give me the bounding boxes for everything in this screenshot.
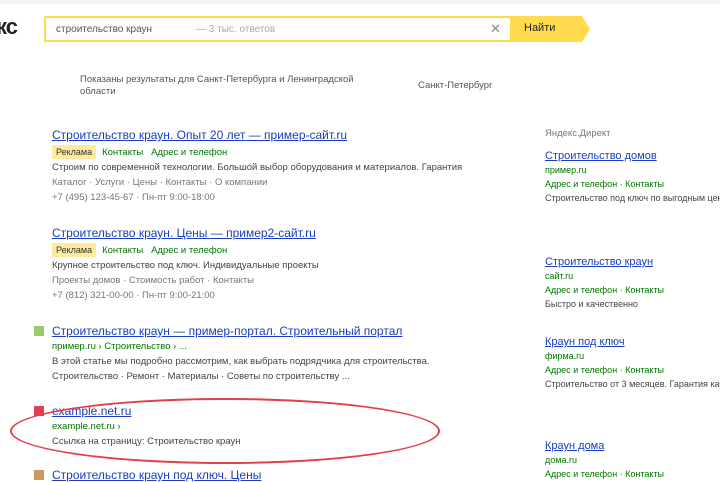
ad-links[interactable]: Адрес и телефон · Контакты (545, 365, 720, 376)
result-sitelinks[interactable]: Каталог · Услуги · Цены · Контакты · О к… (52, 177, 502, 189)
ad-links[interactable]: Адрес и телефон · Контакты (545, 285, 720, 296)
result-title[interactable]: Строительство краун. Цены — пример2-сайт… (52, 226, 502, 240)
top-bar (0, 0, 720, 4)
ads-header: Яндекс.Директ (545, 128, 611, 139)
result-snippet: Крупное строительство под ключ. Индивиду… (52, 260, 319, 271)
ad-badge: Реклама (52, 243, 97, 257)
ad-item: Краун дома дома.ru Адрес и телефон · Кон… (545, 440, 720, 480)
ad-title[interactable]: Краун под ключ (545, 336, 720, 348)
search-button-label: Найти (524, 22, 556, 34)
result-snippet: Строим по современной технологии. Большо… (52, 162, 463, 173)
result-link[interactable]: Контакты (102, 147, 143, 158)
search-button[interactable]: Найти (510, 16, 582, 42)
result-snippet: В этой статье мы подробно рассмотрим, ка… (52, 356, 430, 367)
result-sitelinks: Строительство · Ремонт · Материалы · Сов… (52, 371, 350, 382)
search-suggest: — 3 тыс. ответов (196, 24, 276, 35)
ad-title[interactable]: Строительство краун (545, 256, 720, 268)
ad-domain[interactable]: фирма.ru (545, 351, 720, 362)
ad-domain[interactable]: дома.ru (545, 455, 720, 466)
ad-badge: Реклама (52, 145, 97, 159)
search-button-arrow (582, 16, 590, 42)
search-result: Строительство краун — пример-портал. Стр… (34, 324, 502, 383)
clear-icon[interactable]: ✕ (490, 22, 504, 36)
search-result: Строительство краун. Опыт 20 лет — приме… (52, 128, 502, 204)
favicon-icon (34, 326, 44, 336)
result-link[interactable]: Адрес и телефон (151, 147, 227, 158)
ad-title[interactable]: Краун дома (545, 440, 720, 452)
ad-domain[interactable]: пример.ru (545, 165, 720, 176)
result-title[interactable]: Строительство краун — пример-портал. Стр… (52, 324, 502, 338)
result-phone: +7 (812) 321-00-00 · Пн-пт 9:00-21:00 (52, 290, 215, 301)
ad-links[interactable]: Адрес и телефон · Контакты (545, 469, 720, 480)
ad-item: Строительство краун сайт.ru Адрес и теле… (545, 256, 720, 310)
ad-text: Строительство под ключ по выгодным ценам (545, 193, 720, 203)
result-url[interactable]: пример.ru › Строительство › ... (52, 341, 502, 353)
region-link[interactable]: Санкт-Петербург (418, 80, 493, 91)
ad-domain[interactable]: сайт.ru (545, 271, 720, 282)
ad-title[interactable]: Строительство домов (545, 150, 720, 162)
ad-text: Строительство от 3 месяцев. Гарантия кач… (545, 379, 720, 389)
result-link[interactable]: Адрес и телефон (151, 245, 227, 256)
search-box[interactable]: строительство краун — 3 тыс. ответов ✕ (44, 16, 510, 42)
result-phone: +7 (495) 123-45-67 · Пн-пт 9:00-18:00 (52, 192, 215, 203)
ad-item: Краун под ключ фирма.ru Адрес и телефон … (545, 336, 720, 390)
region-notice: Показаны результаты для Санкт-Петербурга… (80, 74, 354, 97)
ad-item: Строительство домов пример.ru Адрес и те… (545, 150, 720, 204)
ad-text: Быстро и качественно (545, 299, 638, 309)
search-result: Строительство краун. Цены — пример2-сайт… (52, 226, 502, 302)
favicon-icon (34, 470, 44, 480)
ad-links[interactable]: Адрес и телефон · Контакты (545, 179, 720, 190)
result-sitelinks[interactable]: Проекты домов · Стоимость работ · Контак… (52, 275, 502, 287)
highlight-oval (10, 398, 440, 464)
logo[interactable]: кс (0, 14, 18, 40)
search-input[interactable]: строительство краун (56, 24, 152, 35)
result-title[interactable]: Строительство краун. Опыт 20 лет — приме… (52, 128, 502, 142)
result-link[interactable]: Контакты (102, 245, 143, 256)
